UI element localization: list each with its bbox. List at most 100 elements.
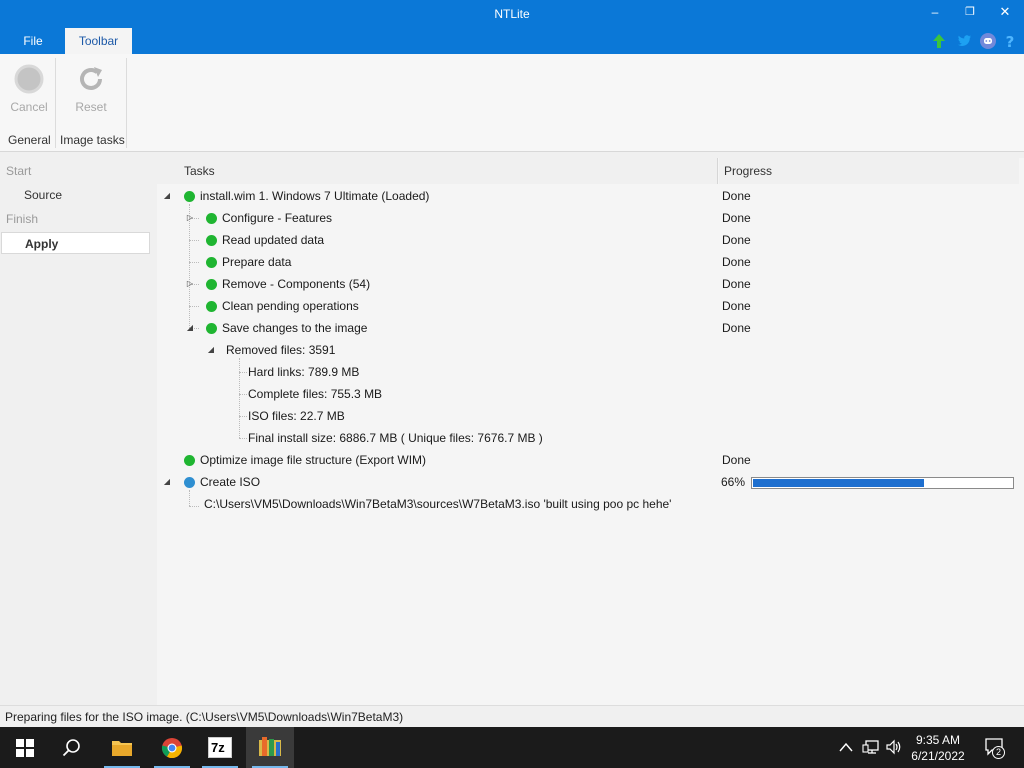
expand-triangle-icon[interactable]: ▷ bbox=[185, 208, 195, 228]
collapse-triangle-icon[interactable]: ◢ bbox=[185, 318, 195, 338]
tree-row-root[interactable]: ◢ install.wim 1. Windows 7 Ultimate (Loa… bbox=[157, 186, 717, 206]
sidebar-item-source[interactable]: Source bbox=[24, 188, 62, 202]
progress-status: Done bbox=[722, 321, 751, 335]
refresh-icon bbox=[80, 67, 102, 90]
taskbar-7zip[interactable]: 7z bbox=[196, 727, 244, 768]
status-bar: Preparing files for the ISO image. (C:\U… bbox=[0, 705, 1024, 727]
network-icon[interactable] bbox=[862, 739, 880, 755]
task-label: Remove - Components (54) bbox=[222, 277, 371, 291]
sidebar-item-apply-label: Apply bbox=[25, 237, 59, 251]
cancel-circle-icon bbox=[14, 64, 44, 94]
task-panel: Tasks Progress ◢ install.wim 1. Windows … bbox=[157, 158, 1024, 705]
column-header-progress[interactable]: Progress bbox=[719, 158, 1019, 184]
progress-status: Done bbox=[722, 255, 751, 269]
task-label: Removed files: 3591 bbox=[226, 343, 336, 357]
task-label: Read updated data bbox=[222, 233, 325, 247]
notification-count-badge: 2 bbox=[992, 746, 1005, 759]
task-label: Create ISO bbox=[200, 475, 261, 489]
status-dot-done-icon bbox=[206, 213, 217, 224]
close-button[interactable]: ✕ bbox=[988, 0, 1022, 26]
sidebar-item-apply[interactable]: Apply bbox=[1, 232, 150, 254]
taskbar: 7z 9:35 AM 6/21/2022 2 bbox=[0, 727, 1024, 768]
collapse-triangle-icon[interactable]: ◢ bbox=[162, 472, 172, 492]
tree-row-prepare[interactable]: Prepare data bbox=[157, 252, 717, 272]
tree-row-iso-path: C:\Users\VM5\Downloads\Win7BetaM3\source… bbox=[157, 494, 717, 514]
status-dot-done-icon bbox=[206, 301, 217, 312]
progress-status: Done bbox=[722, 211, 751, 225]
title-bar: NTLite – ❐ ✕ bbox=[0, 0, 1024, 28]
ribbon-separator bbox=[126, 58, 127, 148]
tray-chevron-up-icon[interactable] bbox=[839, 741, 853, 753]
status-dot-done-icon bbox=[184, 455, 195, 466]
progress-bar bbox=[751, 477, 1014, 489]
task-label: install.wim 1. Windows 7 Ultimate (Loade… bbox=[200, 189, 430, 203]
task-label: Save changes to the image bbox=[222, 321, 368, 335]
status-dot-done-icon bbox=[206, 279, 217, 290]
tab-toolbar[interactable]: Toolbar bbox=[65, 28, 132, 54]
minimize-button[interactable]: – bbox=[918, 0, 952, 26]
tree-row-complete-files: Complete files: 755.3 MB bbox=[157, 384, 717, 404]
twitter-icon[interactable] bbox=[955, 32, 973, 50]
sidebar-header-finish: Finish bbox=[6, 212, 39, 226]
progress-status: Done bbox=[722, 299, 751, 313]
progress-percent: 66% bbox=[721, 475, 746, 489]
status-dot-running-icon bbox=[184, 477, 195, 488]
clock-date: 6/21/2022 bbox=[911, 749, 965, 763]
cancel-label: Cancel bbox=[10, 100, 48, 114]
status-dot-done-icon bbox=[184, 191, 195, 202]
taskbar-ntlite[interactable] bbox=[246, 727, 294, 768]
tree-row-clean[interactable]: Clean pending operations bbox=[157, 296, 717, 316]
ribbon-group-image-tasks: Image tasks bbox=[60, 133, 125, 147]
menu-bar: File Toolbar ? bbox=[0, 28, 1024, 54]
collapse-triangle-icon[interactable]: ◢ bbox=[206, 340, 216, 360]
ribbon-group-general: General bbox=[8, 133, 51, 147]
progress-status: Done bbox=[722, 277, 751, 291]
maximize-button[interactable]: ❐ bbox=[953, 0, 987, 26]
status-dot-done-icon bbox=[206, 235, 217, 246]
tree-row-configure[interactable]: ▷ Configure - Features bbox=[157, 208, 717, 228]
system-clock[interactable]: 9:35 AM 6/21/2022 bbox=[905, 732, 971, 764]
svg-text:?: ? bbox=[1006, 33, 1015, 50]
search-icon bbox=[62, 739, 80, 757]
help-icon[interactable]: ? bbox=[1001, 32, 1019, 50]
7zip-icon-label: 7z bbox=[211, 740, 225, 755]
task-label: ISO files: 22.7 MB bbox=[248, 409, 345, 423]
ntlite-icon bbox=[259, 737, 281, 756]
tree-row-remove[interactable]: ▷ Remove - Components (54) bbox=[157, 274, 717, 294]
discord-icon[interactable] bbox=[979, 32, 997, 50]
status-dot-done-icon bbox=[206, 257, 217, 268]
task-label: Final install size: 6886.7 MB ( Unique f… bbox=[248, 431, 543, 445]
taskbar-file-explorer[interactable] bbox=[98, 727, 146, 768]
task-label: Hard links: 789.9 MB bbox=[248, 365, 360, 379]
ribbon: Cancel Reset General Image tasks bbox=[0, 54, 1024, 152]
window-title: NTLite bbox=[494, 7, 530, 21]
tab-file[interactable]: File bbox=[10, 28, 56, 54]
start-button[interactable] bbox=[0, 727, 48, 768]
task-label: Complete files: 755.3 MB bbox=[248, 387, 383, 401]
clock-time: 9:35 AM bbox=[915, 733, 961, 747]
cancel-button[interactable]: Cancel bbox=[4, 60, 54, 120]
progress-status: Done bbox=[722, 453, 751, 467]
reset-label: Reset bbox=[75, 100, 107, 114]
reset-button[interactable]: Reset bbox=[66, 60, 116, 120]
tree-row-create-iso[interactable]: ◢ Create ISO bbox=[157, 472, 717, 492]
search-button[interactable] bbox=[48, 727, 96, 768]
tree-row-iso-files: ISO files: 22.7 MB bbox=[157, 406, 717, 426]
task-label: Prepare data bbox=[222, 255, 292, 269]
taskbar-chrome[interactable] bbox=[148, 727, 196, 768]
collapse-triangle-icon[interactable]: ◢ bbox=[162, 186, 172, 206]
chrome-icon bbox=[161, 738, 183, 759]
task-label: Optimize image file structure (Export WI… bbox=[200, 453, 427, 467]
sidebar: Start Source Finish Apply bbox=[0, 153, 155, 705]
tree-row-optimize[interactable]: Optimize image file structure (Export WI… bbox=[157, 450, 717, 470]
expand-triangle-icon[interactable]: ▷ bbox=[185, 274, 195, 294]
ribbon-separator bbox=[55, 58, 56, 148]
volume-icon[interactable] bbox=[885, 739, 903, 755]
tree-row-save[interactable]: ◢ Save changes to the image bbox=[157, 318, 717, 338]
7zip-icon: 7z bbox=[208, 737, 232, 758]
tree-row-removed-files[interactable]: ◢ Removed files: 3591 bbox=[157, 340, 717, 360]
action-center-button[interactable]: 2 bbox=[980, 727, 1010, 768]
tree-row-read-updated[interactable]: Read updated data bbox=[157, 230, 717, 250]
update-arrow-icon[interactable] bbox=[930, 32, 948, 50]
column-header-tasks[interactable]: Tasks bbox=[157, 158, 718, 184]
